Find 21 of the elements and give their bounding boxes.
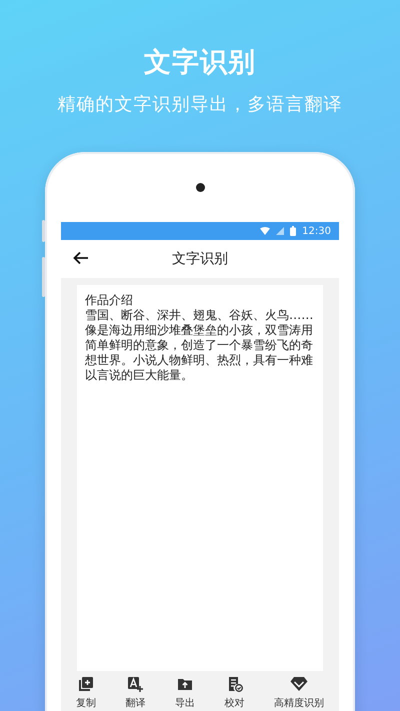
translate-icon <box>127 676 144 692</box>
clock: 12:30 <box>302 226 331 236</box>
document-text: 雪国、断谷、深井、翅鬼、谷妖、火鸟…… 像是海边用细沙堆叠堡垒的小孩，双雪涛用简单鲜明的意象，创造了一个暴雪纷飞的奇想世界。小说人物鲜明、热烈，具有一种难以言说的巨大能量。 <box>85 308 314 383</box>
document-check-icon <box>226 676 243 692</box>
subtitle: 精确的文字识别导出，多语言翻译 <box>58 93 342 116</box>
back-arrow-icon[interactable] <box>73 251 89 265</box>
wifi-icon <box>260 227 270 235</box>
camera-icon <box>196 183 204 192</box>
toolbar-button[interactable]: 翻译 <box>125 676 146 710</box>
screen-title: 文字识别 <box>172 250 228 268</box>
toolbar-button[interactable]: 校对 <box>224 676 245 710</box>
document-heading: 作品介绍 <box>85 293 134 308</box>
toolbar-button[interactable]: 导出 <box>174 676 195 710</box>
headline: 文字识别 <box>144 46 256 80</box>
signal-icon <box>276 227 284 235</box>
toolbar-button[interactable]: 高精度识别 <box>274 676 324 710</box>
copy-icon <box>78 676 94 692</box>
battery-icon <box>290 226 296 236</box>
diamond-icon <box>290 676 308 692</box>
folder-upload-icon <box>176 676 193 692</box>
toolbar-button[interactable]: 复制 <box>76 676 96 710</box>
